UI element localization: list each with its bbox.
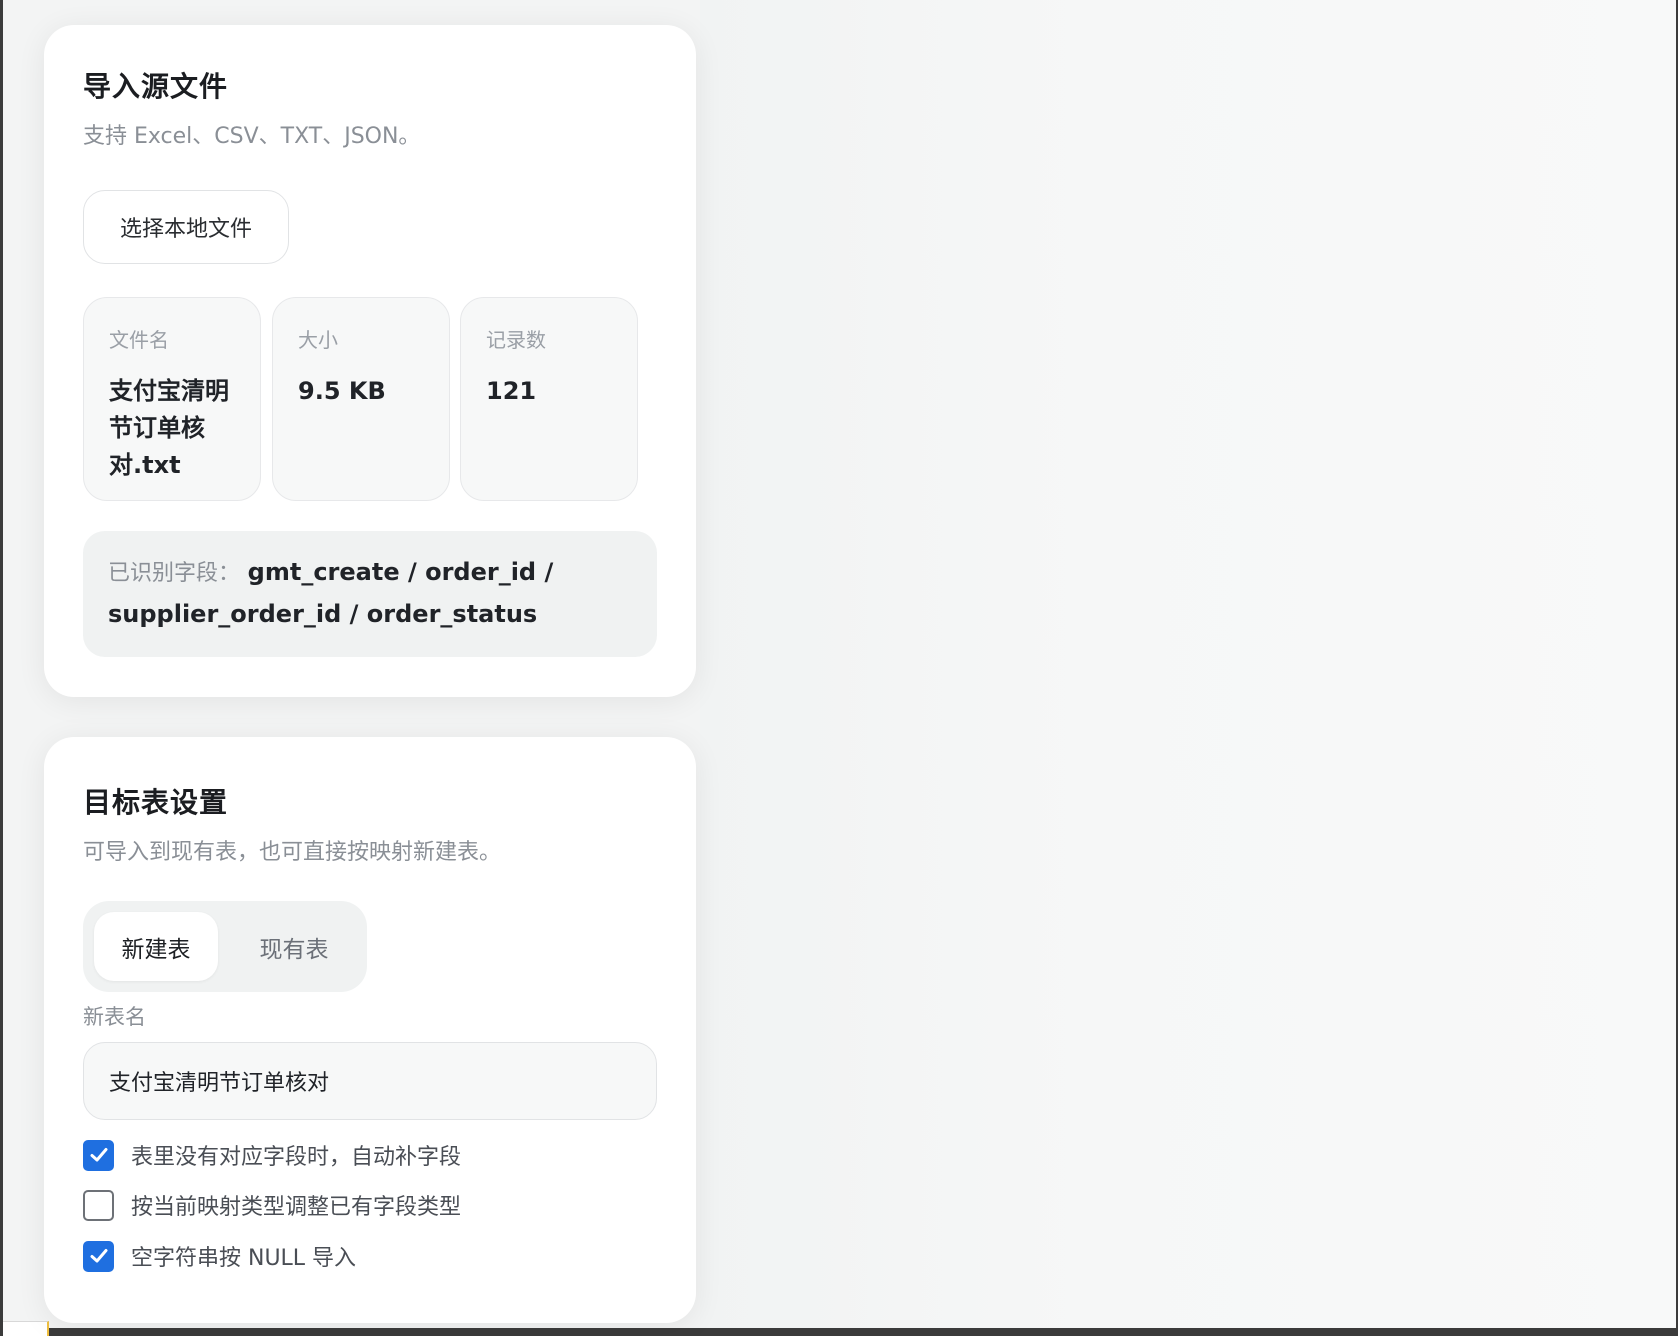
checkbox-checked[interactable]: [83, 1240, 114, 1272]
stat-label: 文件名: [109, 328, 169, 352]
recognized-fields-label: 已识别字段：: [108, 561, 241, 586]
checkbox-label: 表里没有对应字段时，自动补字段: [131, 1145, 462, 1170]
taskbar-corner: [3, 1321, 49, 1336]
new-table-name-label: 新表名: [83, 1005, 146, 1029]
check-icon: [90, 1249, 107, 1263]
stat-label: 记录数: [486, 328, 546, 352]
option-auto-add-fields[interactable]: 表里没有对应字段时，自动补字段: [83, 1139, 461, 1171]
stat-label: 大小: [298, 328, 338, 352]
option-empty-string-null[interactable]: 空字符串按 NULL 导入: [83, 1240, 356, 1272]
segment-existing-table[interactable]: 现有表: [231, 912, 357, 981]
file-size-stat: 大小 9.5 KB: [272, 297, 450, 501]
source-card-title: 导入源文件: [83, 70, 229, 103]
checkbox-label: 空字符串按 NULL 导入: [131, 1246, 357, 1271]
stat-value: 121: [486, 377, 537, 405]
new-table-name-input[interactable]: [83, 1042, 657, 1120]
stat-value: 9.5 KB: [298, 377, 386, 405]
option-adjust-field-types[interactable]: 按当前映射类型调整已有字段类型: [83, 1189, 461, 1221]
record-count-stat: 记录数 121: [460, 297, 638, 501]
choose-local-file-button[interactable]: 选择本地文件: [83, 190, 289, 264]
window-left-border: [0, 0, 3, 1336]
checkbox-label: 按当前映射类型调整已有字段类型: [131, 1195, 462, 1220]
target-table-card: 目标表设置 可导入到现有表，也可直接按映射新建表。 新建表 现有表 新表名 表里…: [44, 737, 696, 1323]
target-card-title: 目标表设置: [83, 786, 229, 819]
checkbox-unchecked[interactable]: [83, 1189, 114, 1221]
recognized-fields-box: 已识别字段： gmt_create / order_id / supplier_…: [83, 531, 657, 657]
table-mode-segmented-control: 新建表 现有表: [83, 901, 367, 992]
segment-new-table[interactable]: 新建表: [94, 912, 218, 981]
checkbox-checked[interactable]: [83, 1139, 114, 1171]
target-card-subtitle: 可导入到现有表，也可直接按映射新建表。: [83, 840, 502, 865]
source-card-subtitle: 支持 Excel、CSV、TXT、JSON。: [83, 124, 421, 149]
import-source-card: 导入源文件 支持 Excel、CSV、TXT、JSON。 选择本地文件 文件名 …: [44, 25, 696, 697]
check-icon: [90, 1148, 107, 1162]
background-area: [700, 0, 1676, 1328]
window-bottom-border: [0, 1328, 1678, 1336]
file-name-stat: 文件名 支付宝清明节订单核对.txt: [83, 297, 261, 501]
stat-value: 支付宝清明节订单核对.txt: [109, 377, 229, 479]
